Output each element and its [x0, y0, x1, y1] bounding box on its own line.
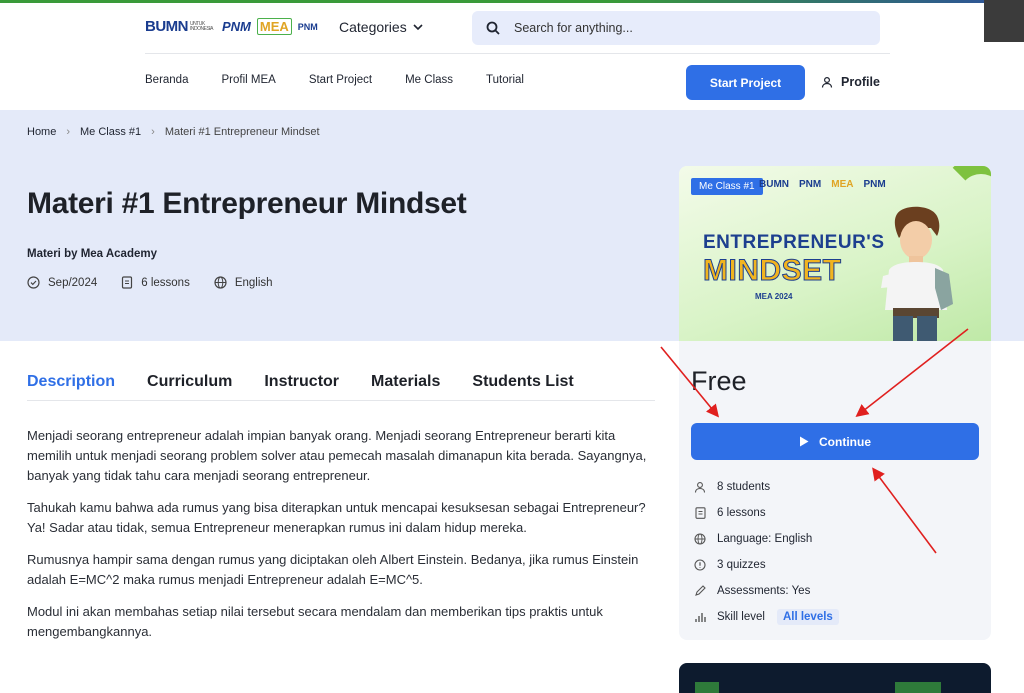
tab-materials[interactable]: Materials	[371, 373, 440, 400]
tab-description[interactable]: Description	[27, 373, 115, 400]
nav-item-start-project[interactable]: Start Project	[309, 74, 372, 86]
page-title: Materi #1 Entrepreneur Mindset	[27, 187, 467, 220]
breadcrumb-home[interactable]: Home	[27, 126, 56, 138]
search-input[interactable]	[514, 21, 854, 35]
info-icon	[694, 559, 706, 571]
pencil-icon	[695, 585, 706, 596]
meta-language: English	[214, 276, 273, 289]
nav-item-me-class[interactable]: Me Class	[405, 74, 453, 86]
feature-language: Language: English	[693, 526, 839, 552]
breadcrumb: Home › Me Class #1 › Materi #1 Entrepren…	[27, 126, 320, 138]
breadcrumb-me-class[interactable]: Me Class #1	[80, 126, 141, 138]
tab-instructor[interactable]: Instructor	[264, 373, 339, 400]
course-byline: Materi by Mea Academy	[27, 248, 157, 260]
thumbnail-headline: ENTREPRENEUR'S	[703, 232, 885, 253]
search-bar[interactable]	[472, 11, 880, 45]
chevron-down-icon	[413, 23, 423, 30]
description-paragraph: Modul ini akan membahas setiap nilai ter…	[27, 604, 603, 639]
breadcrumb-current: Materi #1 Entrepreneur Mindset	[164, 126, 320, 138]
course-sidebar-card: Me Class #1 BUMN PNM MEA PNM ENTREPRENEU…	[679, 166, 991, 640]
chevron-right-icon: ›	[151, 126, 155, 138]
header-top: BUMN UNTUK INDONESIA PNM MEA PNM Categori…	[145, 10, 890, 54]
skill-level-badge: All levels	[776, 609, 839, 625]
search-icon	[486, 21, 500, 35]
partner-logos[interactable]: BUMN UNTUK INDONESIA PNM MEA PNM	[145, 18, 318, 35]
profile-label: Profile	[841, 75, 880, 89]
mea-logo: MEA	[256, 18, 292, 35]
bar-chart-icon	[695, 613, 706, 622]
course-description: Menjadi seorang entrepreneur adalah impi…	[27, 426, 657, 654]
tab-curriculum[interactable]: Curriculum	[147, 373, 232, 400]
course-meta: Sep/2024 6 lessons English	[27, 276, 273, 289]
top-accent-line	[0, 0, 1024, 3]
document-icon	[122, 276, 133, 289]
globe-icon	[694, 533, 706, 545]
feature-skill-level: Skill level All levels	[693, 604, 839, 630]
globe-icon	[214, 276, 227, 289]
description-paragraph: Tahukah kamu bahwa ada rumus yang bisa d…	[27, 500, 646, 535]
tab-students-list[interactable]: Students List	[472, 373, 573, 400]
categories-dropdown[interactable]: Categories	[339, 19, 423, 35]
course-thumbnail: Me Class #1 BUMN PNM MEA PNM ENTREPRENEU…	[679, 166, 991, 341]
thumbnail-year: MEA 2024	[755, 292, 793, 301]
profile-link[interactable]: Profile	[821, 75, 880, 89]
bumn-logo: BUMN UNTUK INDONESIA	[145, 18, 214, 35]
check-circle-icon	[27, 276, 40, 289]
main-nav: Beranda Profil MEA Start Project Me Clas…	[145, 74, 557, 86]
feature-quizzes: 3 quizzes	[693, 552, 839, 578]
play-icon	[800, 436, 809, 447]
course-features-list: 8 students 6 lessons Language: English 3…	[693, 474, 839, 630]
meta-lessons: 6 lessons	[121, 276, 190, 289]
nav-item-beranda[interactable]: Beranda	[145, 74, 188, 86]
thumbnail-headline-large: MINDSET	[703, 254, 842, 288]
meta-date: Sep/2024	[27, 276, 97, 289]
categories-label: Categories	[339, 19, 407, 35]
feature-assessments: Assessments: Yes	[693, 578, 839, 604]
author-link[interactable]: Mea Academy	[81, 248, 157, 260]
window-corner-block	[984, 0, 1024, 42]
course-tabs: Description Curriculum Instructor Materi…	[27, 373, 655, 401]
class-badge: Me Class #1	[691, 178, 763, 195]
user-icon	[821, 76, 833, 88]
feature-lessons: 6 lessons	[693, 500, 839, 526]
pnm-secondary-logo: PNM	[297, 21, 318, 32]
nav-item-profil-mea[interactable]: Profil MEA	[221, 74, 275, 86]
document-icon	[694, 507, 706, 519]
chevron-right-icon: ›	[66, 126, 71, 138]
description-paragraph: Menjadi seorang entrepreneur adalah impi…	[27, 428, 647, 483]
continue-label: Continue	[819, 434, 871, 449]
pnm-logo: PNM	[222, 19, 251, 34]
preview-block	[695, 682, 719, 693]
continue-button[interactable]: Continue	[691, 423, 979, 460]
preview-block	[895, 682, 941, 693]
course-price: Free	[691, 366, 747, 396]
nav-item-tutorial[interactable]: Tutorial	[486, 74, 524, 86]
feature-students: 8 students	[693, 474, 839, 500]
byline-prefix: Materi by	[27, 248, 78, 260]
thumbnail-logos: BUMN PNM MEA PNM	[759, 179, 886, 190]
start-project-button[interactable]: Start Project	[686, 65, 805, 100]
user-icon	[694, 482, 706, 493]
skill-level-label: Skill level	[717, 611, 765, 623]
illustration-person	[881, 206, 953, 341]
description-paragraph: Rumusnya hampir sama dengan rumus yang d…	[27, 552, 639, 587]
